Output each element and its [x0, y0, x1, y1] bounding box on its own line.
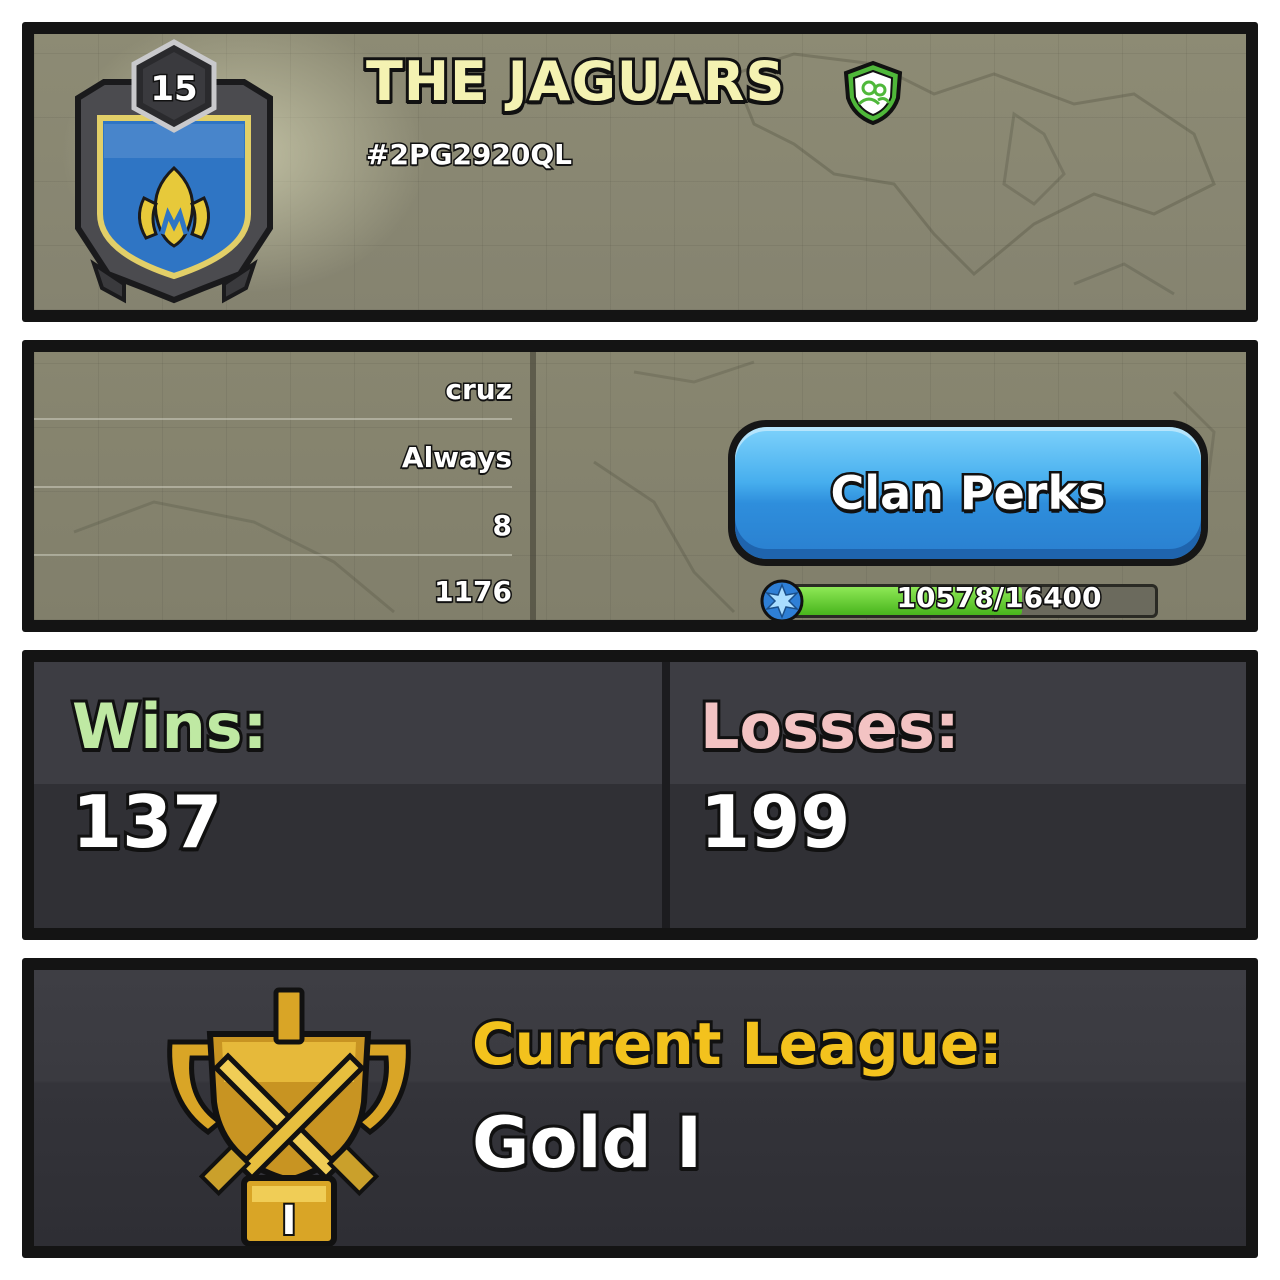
clan-perks-label: Clan Perks: [828, 464, 1108, 523]
war-record-body: Wins: 137 Losses: 199: [34, 662, 1246, 928]
info-row-war-frequency: Always: [34, 420, 514, 488]
gold-league-trophy-icon: I: [167, 987, 411, 1246]
league-panel: I Current League: Gold I: [22, 958, 1258, 1258]
clan-level-text: 15: [150, 69, 197, 109]
war-record-panel: Wins: 137 Losses: 199: [22, 650, 1258, 940]
league-body: I Current League: Gold I: [34, 970, 1246, 1246]
losses-section: Losses: 199: [670, 662, 1246, 928]
column-divider: [530, 352, 536, 620]
wins-section: Wins: 137: [34, 662, 662, 928]
clan-header-panel: 15 THE JAGUARS #2PG2920QL: [22, 22, 1258, 322]
clan-info-panel: cruz Always 8 1176 Clan Perks 10578/1640…: [22, 340, 1258, 632]
map-background: cruz Always 8 1176 Clan Perks 10578/1640…: [34, 352, 1246, 620]
league-label: Current League:: [469, 1007, 1005, 1081]
wins-value: 137: [69, 777, 225, 867]
clan-xp-bar: 10578/16400: [776, 580, 1158, 618]
clan-badge-icon: 15: [75, 39, 273, 304]
clan-perks-button-face[interactable]: Clan Perks: [735, 427, 1201, 559]
section-divider: [662, 662, 670, 928]
clan-name: THE JAGUARS: [363, 47, 787, 116]
clan-perks-button[interactable]: Clan Perks: [728, 420, 1208, 566]
losses-label: Losses:: [697, 687, 963, 766]
info-row-leader: cruz: [34, 352, 514, 420]
info-value: cruz: [444, 372, 514, 408]
clan-xp-icon: [760, 579, 804, 620]
league-badge-numeral: I: [282, 1198, 297, 1244]
verified-shield-icon[interactable]: [842, 60, 904, 126]
clan-info-list: cruz Always 8 1176: [34, 352, 534, 620]
league-value: Gold I: [469, 1099, 705, 1187]
info-value: Always: [400, 440, 513, 476]
info-value: 1176: [433, 574, 514, 610]
info-row-trophies: 1176: [34, 554, 514, 620]
info-row-war-streak: 8: [34, 488, 514, 556]
info-value: 8: [491, 508, 514, 544]
map-background: 15 THE JAGUARS #2PG2920QL: [34, 34, 1246, 310]
clan-tag: #2PG2920QL: [364, 137, 573, 173]
clan-xp-text: 10578/16400: [895, 580, 1103, 616]
wins-label: Wins:: [69, 687, 270, 766]
losses-value: 199: [697, 777, 853, 867]
